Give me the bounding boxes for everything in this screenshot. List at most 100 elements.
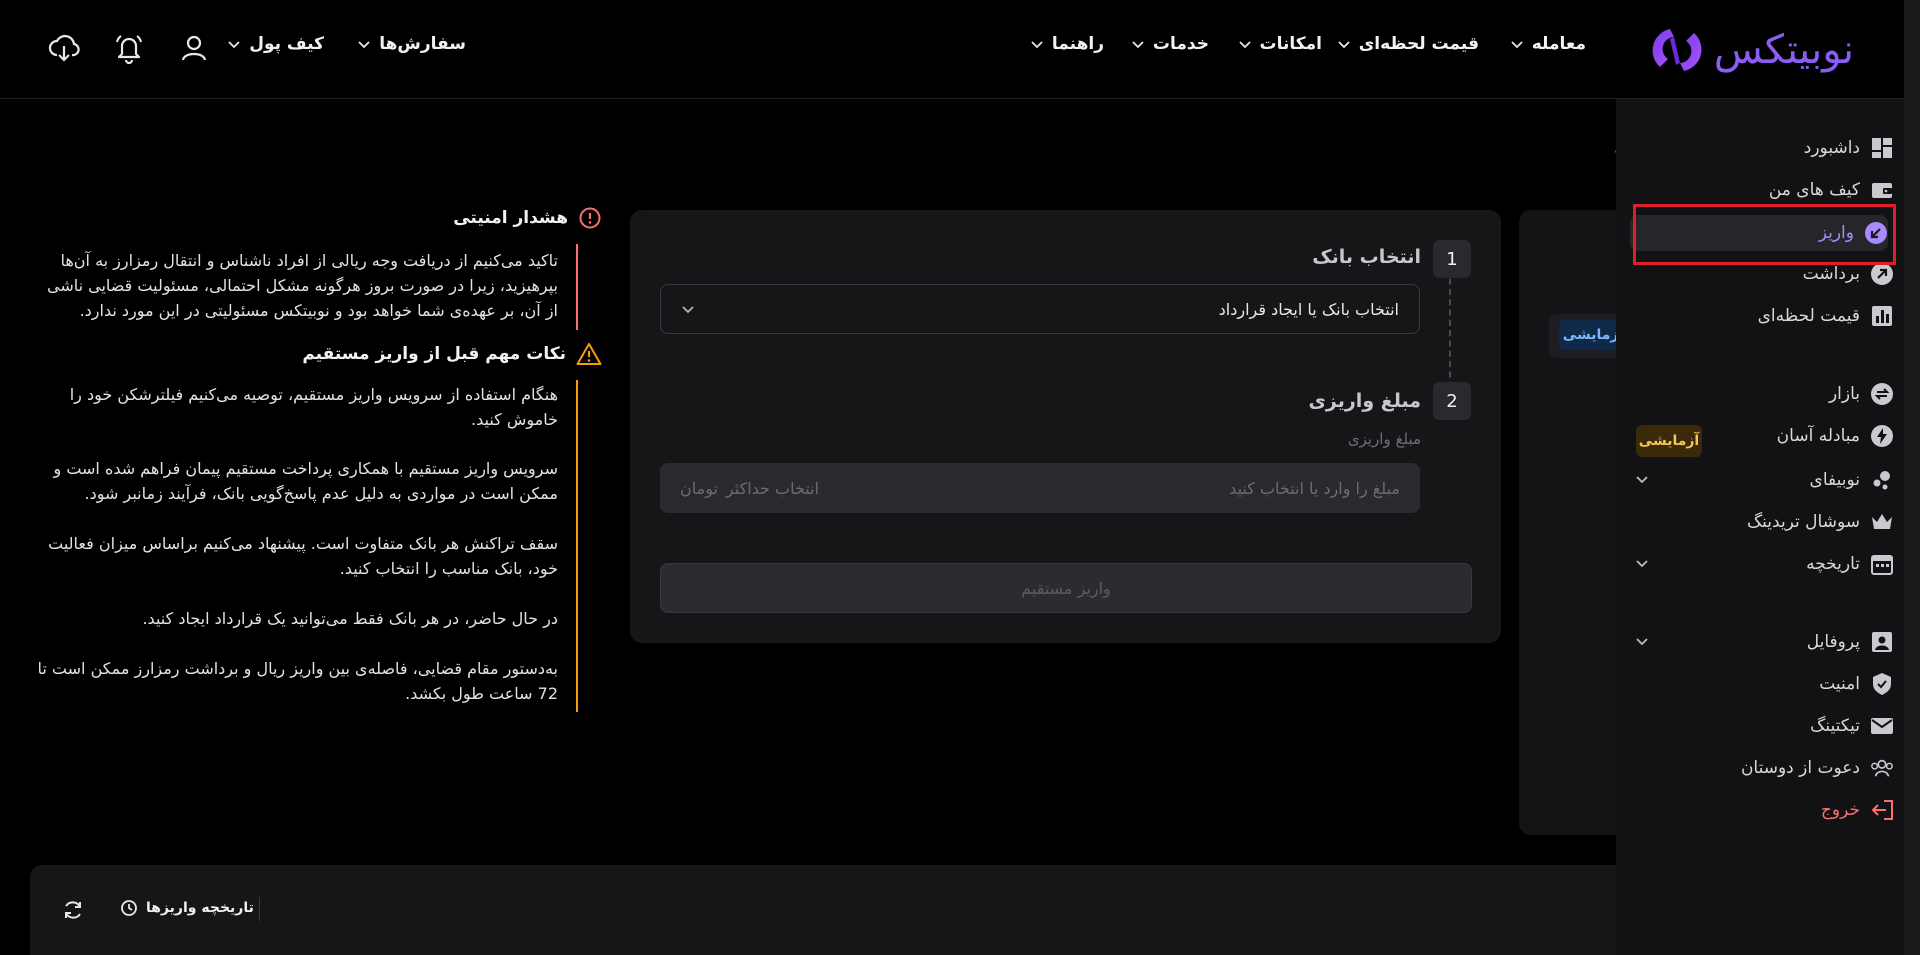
sidebar-item-social-trading[interactable]: سوشال تریدینگ <box>1616 505 1904 539</box>
tips-heading: نکات مهم قبل از واریز مستقیم <box>302 342 602 366</box>
divider <box>259 897 260 921</box>
nav-wallet-label: کیف پول <box>249 34 324 54</box>
nav-services[interactable]: خدمات <box>1131 34 1209 54</box>
sidebar-item-live-price[interactable]: قیمت لحظه‌ای <box>1616 299 1904 333</box>
chevron-down-icon <box>1031 41 1043 49</box>
security-warning-bar <box>576 244 578 330</box>
sidebar-item-label: برداشت <box>1802 264 1860 284</box>
nav-live-price-label: قیمت لحظه‌ای <box>1358 34 1479 54</box>
nobify-icon <box>1873 471 1890 490</box>
amount-label: مبلغ واریزی <box>1347 430 1421 448</box>
refresh-icon[interactable] <box>62 899 84 921</box>
chevron-down-icon <box>1511 41 1523 49</box>
bank-select[interactable]: انتخاب بانک یا ایجاد قرارداد <box>660 284 1420 334</box>
logo-text: نوبیتکس <box>1713 27 1854 73</box>
security-warning-title: هشدار امنیتی <box>453 208 568 228</box>
currency-unit: تومان <box>680 478 718 498</box>
logout-icon <box>1871 800 1893 820</box>
sidebar-item-label: قیمت لحظه‌ای <box>1757 306 1860 326</box>
sidebar-item-ticketing[interactable]: تیکتینگ <box>1616 709 1904 743</box>
sidebar-item-label: تاریخچه <box>1806 554 1860 574</box>
withdraw-icon <box>1871 263 1893 285</box>
amount-input[interactable]: مبلغ را وارد یا انتخاب کنید انتخاب حداکث… <box>660 463 1420 513</box>
sidebar-item-label: تیکتینگ <box>1810 716 1860 736</box>
crown-icon <box>1872 514 1892 529</box>
sidebar: داشبورد کیف های من واریز برداشت قیمت لحظ… <box>1616 99 1904 955</box>
shield-icon <box>1873 673 1891 695</box>
direct-deposit-button[interactable]: واریز مستقیم <box>660 563 1472 613</box>
step-connector <box>1449 258 1451 398</box>
step-1-number: 1 <box>1433 240 1471 278</box>
nav-features-label: امکانات <box>1259 34 1322 54</box>
nav-trade-label: معامله <box>1531 34 1586 54</box>
nobitex-logo-icon <box>1652 29 1702 71</box>
history-title: تاریخچه واریزها <box>146 900 254 916</box>
sidebar-item-label: کیف های من <box>1768 180 1860 200</box>
clock-icon <box>121 900 137 916</box>
wallet-icon <box>1872 183 1892 198</box>
tip-paragraph: سرویس واریز مستقیم با همکاری پرداخت مستق… <box>53 459 559 503</box>
max-select-link[interactable]: انتخاب حداکثر <box>726 479 819 498</box>
bolt-icon <box>1871 425 1893 447</box>
deposit-history-panel: تاریخچه واریزها <box>30 865 1630 955</box>
sidebar-item-referral[interactable]: دعوت از دوستان <box>1616 751 1904 785</box>
chevron-down-icon <box>228 41 240 49</box>
sidebar-item-nobify[interactable]: نوبیفای <box>1616 463 1904 497</box>
sidebar-item-label: داشبورد <box>1803 138 1860 158</box>
nav-services-label: خدمات <box>1152 34 1209 54</box>
sidebar-item-market[interactable]: بازار <box>1616 377 1904 411</box>
sidebar-item-label: پروفایل <box>1806 632 1860 652</box>
history-tab[interactable]: تاریخچه واریزها <box>120 899 254 917</box>
security-warning-heading: هشدار امنیتی <box>453 206 602 230</box>
sidebar-item-withdraw[interactable]: برداشت <box>1616 257 1904 291</box>
sidebar-item-wallets[interactable]: کیف های من <box>1616 173 1904 207</box>
nav-help-label: راهنما <box>1051 34 1104 54</box>
deposit-card: 1 انتخاب بانک انتخاب بانک یا ایجاد قرارد… <box>630 210 1501 643</box>
sidebar-item-logout[interactable]: خروج <box>1616 793 1904 827</box>
cloud-download-icon[interactable] <box>48 32 80 64</box>
chevron-down-icon <box>1338 41 1350 49</box>
tip-paragraph: سقف تراکنش هر بانک متفاوت است. پیشنهاد م… <box>48 534 558 578</box>
nav-trade[interactable]: معامله <box>1510 34 1586 54</box>
bank-select-value: انتخاب بانک یا ایجاد قرارداد <box>1218 299 1399 319</box>
nav-features[interactable]: امکانات <box>1238 34 1322 54</box>
profile-icon <box>1872 632 1892 652</box>
sidebar-item-deposit[interactable]: واریز <box>1630 215 1888 251</box>
sidebar-item-profile[interactable]: پروفایل <box>1616 625 1904 659</box>
sidebar-item-label: بازار <box>1828 384 1860 404</box>
sidebar-item-label: خروج <box>1820 800 1860 820</box>
user-icon[interactable] <box>178 32 210 64</box>
sidebar-item-label: دعوت از دوستان <box>1740 758 1860 778</box>
tip-paragraph: هنگام استفاده از سرویس واریز مستقیم، توص… <box>69 385 558 429</box>
logo[interactable]: نوبیتکس <box>1650 22 1854 78</box>
sidebar-item-label: مبادله آسان <box>1776 426 1860 446</box>
sidebar-item-dashboard[interactable]: داشبورد <box>1616 131 1904 165</box>
scrollbar[interactable] <box>1904 0 1920 955</box>
top-header: نوبیتکس معامله قیمت لحظه‌ای امکانات خدما… <box>0 0 1904 99</box>
sidebar-item-history[interactable]: تاریخچه <box>1616 547 1904 581</box>
tips-bar <box>576 380 578 712</box>
nav-help[interactable]: راهنما <box>1030 34 1104 54</box>
step-1-title: انتخاب بانک <box>1312 246 1421 268</box>
nav-orders-label: سفارش‌ها <box>379 34 466 54</box>
dashboard-icon <box>1872 138 1892 158</box>
market-icon <box>1871 383 1893 405</box>
bell-icon[interactable] <box>113 32 145 64</box>
step-2-number: 2 <box>1433 382 1471 420</box>
warning-triangle-icon <box>576 343 602 365</box>
nav-live-price[interactable]: قیمت لحظه‌ای <box>1337 34 1479 54</box>
mail-icon <box>1871 718 1893 734</box>
chevron-down-icon <box>1238 41 1251 49</box>
test-badge: آزمایشی <box>1636 425 1702 457</box>
sidebar-item-label: نوبیفای <box>1809 470 1860 490</box>
sidebar-item-label: واریز <box>1818 223 1854 243</box>
tip-paragraph: در حال حاضر، در هر بانک فقط می‌توانید یک… <box>142 609 558 628</box>
nav-orders[interactable]: سفارش‌ها <box>357 34 466 54</box>
nav-wallet[interactable]: کیف پول <box>227 34 324 54</box>
deposit-icon <box>1865 222 1887 244</box>
friends-icon <box>1871 759 1893 777</box>
tip-paragraph: به‌دستور مقام قضایی، فاصله‌ی بین واریز ر… <box>37 659 558 703</box>
sidebar-item-security[interactable]: امنیت <box>1616 667 1904 701</box>
security-warning-text: تاکید می‌کنیم از دریافت وجه ریالی از افر… <box>46 251 558 320</box>
chevron-down-icon <box>1636 560 1648 568</box>
